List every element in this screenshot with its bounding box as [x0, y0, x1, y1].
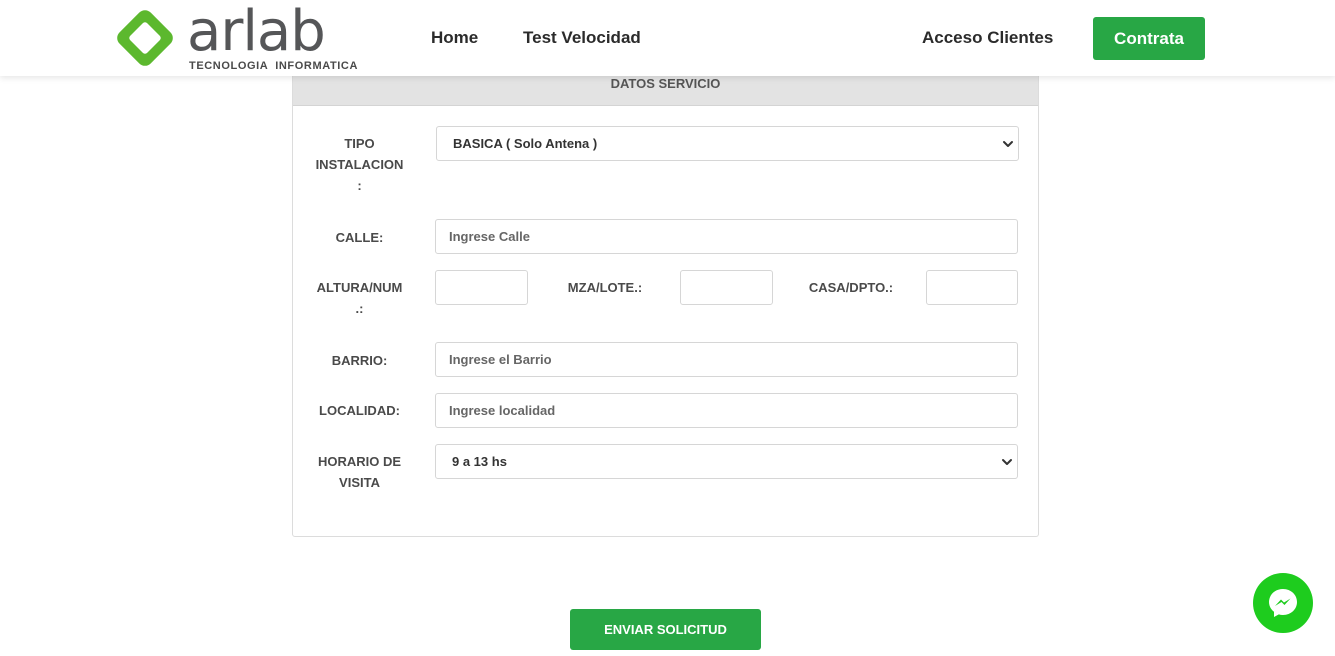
- altura-label: ALTURA/NUM .:: [293, 277, 426, 319]
- label-line: .:: [355, 301, 364, 316]
- localidad-input[interactable]: [435, 393, 1018, 428]
- chevron-down-icon: [1003, 141, 1013, 147]
- logo-subtitle: TECNOLOGIA INFORMATICA: [189, 60, 359, 72]
- enviar-solicitud-button[interactable]: ENVIAR SOLICITUD: [570, 609, 761, 650]
- label-line: INSTALACION: [315, 157, 404, 172]
- mza-lote-input[interactable]: [680, 270, 773, 305]
- nav-home[interactable]: Home: [431, 28, 478, 48]
- label-line: TIPO: [344, 136, 375, 151]
- altura-input[interactable]: [435, 270, 528, 305]
- arlab-logo[interactable]: arlab TECNOLOGIA INFORMATICA: [113, 0, 359, 74]
- nav-test-velocidad[interactable]: Test Velocidad: [523, 28, 641, 48]
- messenger-chat-button[interactable]: [1253, 573, 1313, 633]
- horario-select[interactable]: 9 a 13 hs: [435, 444, 1018, 479]
- mza-lote-label: MZA/LOTE.:: [567, 280, 643, 295]
- messenger-icon: [1269, 589, 1297, 617]
- barrio-input[interactable]: [435, 342, 1018, 377]
- calle-label: CALLE:: [335, 230, 384, 245]
- horario-value: 9 a 13 hs: [452, 454, 507, 469]
- label-line: VISITA: [339, 475, 380, 490]
- contrata-button[interactable]: Contrata: [1093, 17, 1205, 60]
- section-title: DATOS SERVICIO: [610, 76, 721, 91]
- nav-acceso-clientes[interactable]: Acceso Clientes: [922, 28, 1053, 48]
- casa-dpto-input[interactable]: [926, 270, 1018, 305]
- horario-label: HORARIO DE VISITA: [293, 451, 426, 493]
- casa-dpto-label: CASA/DPTO.:: [808, 280, 894, 295]
- tipo-instalacion-value: BASICA ( Solo Antena ): [453, 136, 598, 151]
- logo-diamond-icon: [117, 10, 173, 66]
- chevron-down-icon: [1002, 459, 1012, 465]
- label-line: ALTURA/NUM: [316, 280, 403, 295]
- label-line: :: [357, 178, 362, 193]
- localidad-label: LOCALIDAD:: [319, 403, 400, 418]
- barrio-label: BARRIO:: [331, 353, 388, 368]
- tipo-instalacion-label: TIPO INSTALACION :: [293, 133, 426, 196]
- tipo-instalacion-select[interactable]: BASICA ( Solo Antena ): [436, 126, 1019, 161]
- label-line: HORARIO DE: [317, 454, 402, 469]
- calle-input[interactable]: [435, 219, 1018, 254]
- service-data-card: DATOS SERVICIO TIPO INSTALACION : BASICA…: [292, 58, 1039, 537]
- site-header: arlab TECNOLOGIA INFORMATICA Home Test V…: [0, 0, 1335, 76]
